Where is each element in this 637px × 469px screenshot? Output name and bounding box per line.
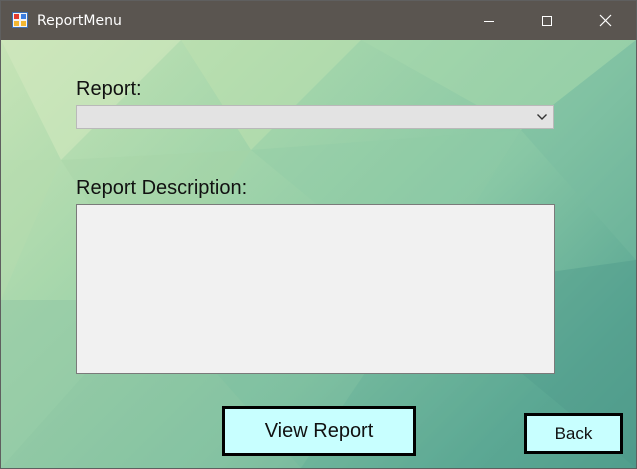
back-button[interactable]: Back (524, 413, 623, 454)
maximize-button[interactable] (518, 1, 576, 40)
minimize-button[interactable] (460, 1, 518, 40)
minimize-icon (484, 20, 494, 22)
report-description-textbox[interactable] (76, 204, 555, 374)
report-description-label: Report Description: (76, 177, 248, 199)
report-label: Report: (76, 78, 142, 100)
view-report-button[interactable]: View Report (222, 406, 416, 456)
title-bar[interactable]: ReportMenu (1, 1, 636, 40)
chevron-down-icon[interactable] (536, 112, 548, 122)
maximize-icon (542, 15, 552, 26)
report-menu-window: ReportMenu Report: Report Description: V… (0, 0, 637, 469)
close-icon (599, 14, 611, 27)
window-title: ReportMenu (37, 13, 122, 29)
app-icon (12, 12, 28, 28)
form-client-area: Report: Report Description: View Report … (1, 40, 636, 468)
close-button[interactable] (576, 1, 634, 40)
report-combobox[interactable] (76, 105, 554, 129)
